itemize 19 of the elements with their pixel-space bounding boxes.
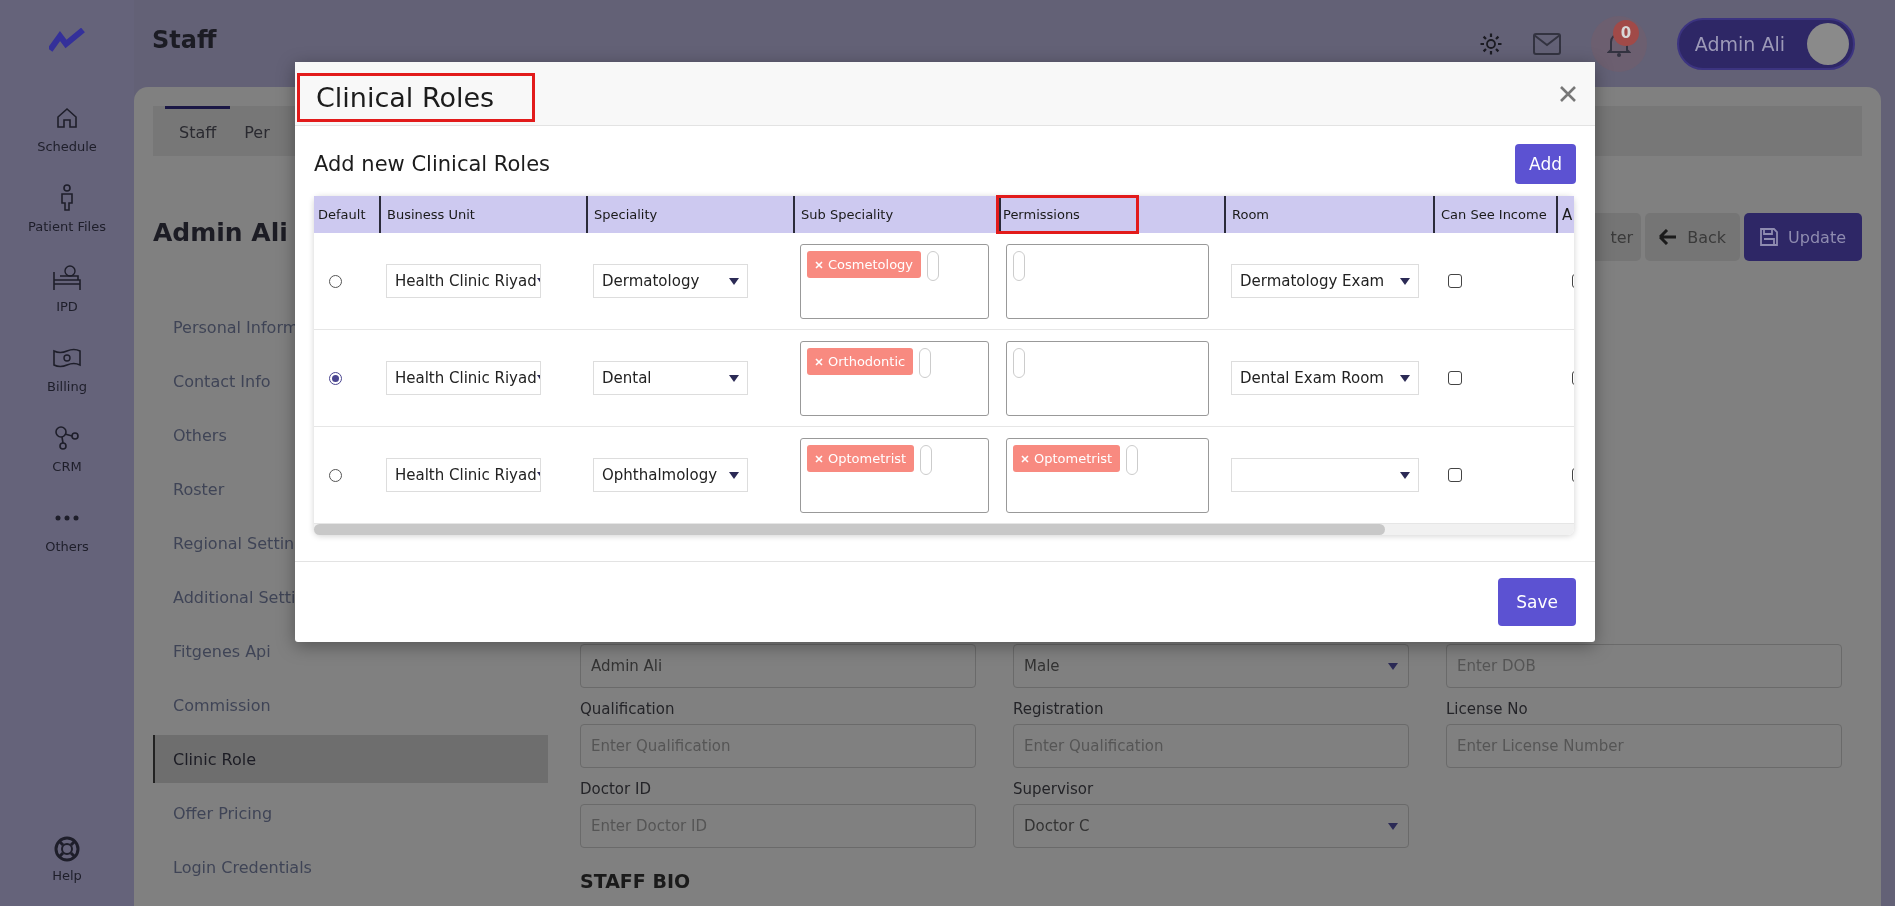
field-label: Doctor ID bbox=[580, 780, 652, 798]
field-label: Qualification bbox=[580, 700, 676, 718]
column-header: Permissions bbox=[999, 196, 1224, 233]
modal-subtitle: Add new Clinical Roles bbox=[314, 152, 550, 176]
column-header: A bbox=[1556, 196, 1574, 233]
column-header: Business Unit bbox=[379, 196, 586, 233]
modal-title: Clinical Roles bbox=[316, 82, 495, 113]
column-header: Default bbox=[314, 196, 379, 233]
column-header: Speciality bbox=[586, 196, 793, 233]
page-title: Staff bbox=[152, 25, 218, 54]
field-label: License No bbox=[1446, 700, 1529, 718]
field-label: Registration bbox=[1013, 700, 1105, 718]
field-label: Supervisor bbox=[1013, 780, 1095, 798]
notification-badge: 0 bbox=[1612, 19, 1639, 46]
section-heading: STAFF BIO bbox=[580, 870, 692, 892]
column-header: Can See Income bbox=[1433, 196, 1556, 233]
profile-name: Admin Ali bbox=[153, 218, 289, 247]
column-header: Sub Speciality bbox=[793, 196, 999, 233]
column-header: Room bbox=[1224, 196, 1433, 233]
